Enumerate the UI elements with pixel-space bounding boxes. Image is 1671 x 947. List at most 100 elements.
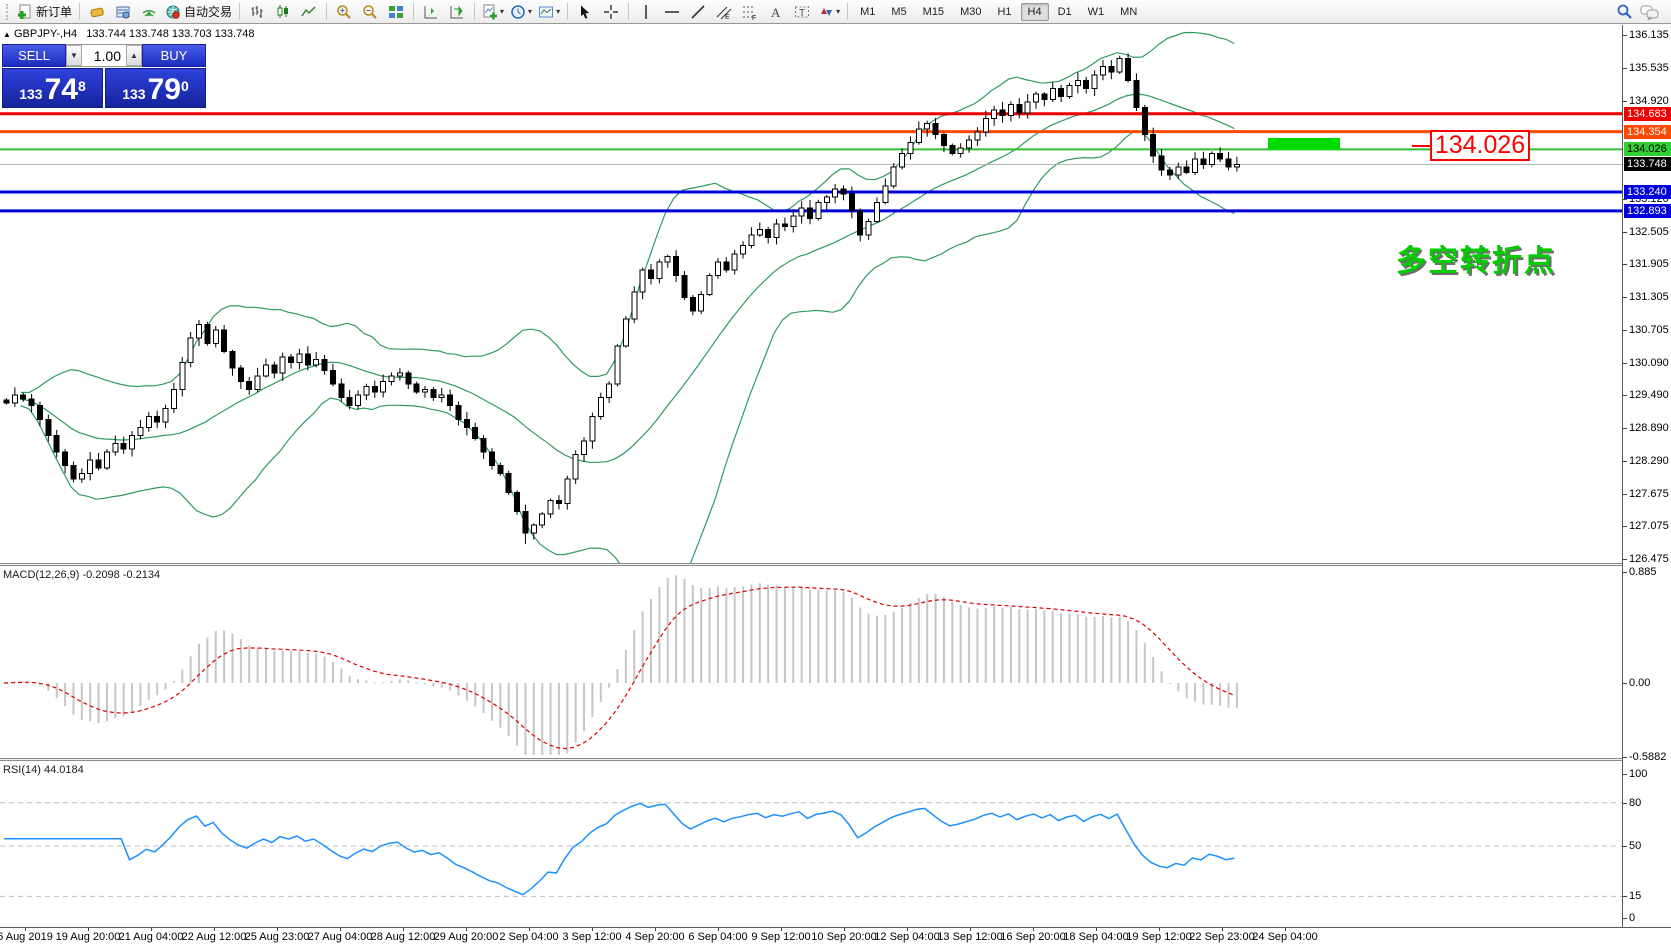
price-tick-label: 127.675 xyxy=(1629,488,1669,500)
price-tick-label: 130.090 xyxy=(1629,357,1669,369)
timeframe-m30[interactable]: M30 xyxy=(953,3,988,21)
cursor-button[interactable] xyxy=(573,2,597,22)
hline-tool-button[interactable] xyxy=(660,2,684,22)
collapse-arrow-icon[interactable]: ▲ xyxy=(3,30,11,39)
chart-shift-button[interactable] xyxy=(445,2,469,22)
volume-up-button[interactable]: ▲ xyxy=(126,45,142,66)
price-badge: 133.748 xyxy=(1624,157,1671,171)
rsi-tick-label: 50 xyxy=(1629,840,1641,852)
sell-button[interactable]: SELL xyxy=(2,44,66,67)
time-tick-label: 19 Aug 20:00 xyxy=(56,931,121,943)
crosshair-button[interactable] xyxy=(599,2,623,22)
buy-button[interactable]: BUY xyxy=(142,44,206,67)
line-chart-button[interactable] xyxy=(297,2,321,22)
price-tick-label: 129.490 xyxy=(1629,389,1669,401)
price-tick-label: 136.135 xyxy=(1629,29,1669,41)
time-tick-label: 28 Aug 12:00 xyxy=(371,931,436,943)
search-button[interactable] xyxy=(1612,2,1636,22)
rsi-pane[interactable] xyxy=(0,761,1622,927)
zoom-out-button[interactable] xyxy=(358,2,382,22)
price-tick-label: 132.505 xyxy=(1629,226,1669,238)
pane-separator-rsi[interactable] xyxy=(0,758,1671,761)
green-highlight-bar[interactable] xyxy=(1268,138,1340,150)
buy-price-point: 0 xyxy=(181,69,189,103)
price-axis[interactable]: 136.135135.535134.920133.120132.505131.9… xyxy=(1622,25,1671,927)
timeframe-m1[interactable]: M1 xyxy=(853,3,882,21)
navigator-button[interactable] xyxy=(111,2,135,22)
fibonacci-tool-button[interactable]: F xyxy=(738,2,762,22)
template-button[interactable]: ▾ xyxy=(536,2,562,22)
vline-icon xyxy=(639,4,653,20)
turning-point-text[interactable]: 多空转折点 xyxy=(1396,236,1556,280)
signals-button[interactable] xyxy=(137,2,161,22)
tile-windows-button[interactable] xyxy=(384,2,408,22)
auto-scroll-button[interactable] xyxy=(419,2,443,22)
price-tick-mark xyxy=(1623,35,1627,36)
price-tick-mark xyxy=(1623,363,1627,364)
text-icon: A xyxy=(769,4,783,20)
time-tick-label: 12 Sep 04:00 xyxy=(874,931,939,943)
symbol-ohlc: 133.744 133.748 133.703 133.748 xyxy=(86,28,254,40)
time-tick-label: 19 Sep 12:00 xyxy=(1126,931,1191,943)
channel-tool-button[interactable]: E xyxy=(712,2,736,22)
new-order-label: 新订单 xyxy=(36,3,72,20)
equidistant-channel-icon: E xyxy=(716,4,732,20)
toolbar-grip xyxy=(6,4,11,20)
price-tick-mark xyxy=(1623,428,1627,429)
sell-price-point: 8 xyxy=(78,69,86,103)
timeframe-h4[interactable]: H4 xyxy=(1021,3,1049,21)
arrows-tool-button[interactable]: ▾ xyxy=(816,2,842,22)
time-tick-label: 10 Sep 20:00 xyxy=(811,931,876,943)
zoom-in-button[interactable] xyxy=(332,2,356,22)
pane-separator-macd[interactable] xyxy=(0,563,1671,566)
label-tool-button[interactable]: T xyxy=(790,2,814,22)
fibonacci-icon: F xyxy=(742,4,758,20)
chat-button[interactable] xyxy=(1638,2,1662,22)
trendline-tool-button[interactable] xyxy=(686,2,710,22)
data-window-button[interactable] xyxy=(85,2,109,22)
timeframe-m15[interactable]: M15 xyxy=(916,3,951,21)
zoom-out-icon xyxy=(362,4,378,20)
price-tick-mark xyxy=(1623,199,1627,200)
rsi-tick-label: 15 xyxy=(1629,890,1641,902)
timeframe-w1[interactable]: W1 xyxy=(1081,3,1112,21)
price-tick-mark xyxy=(1623,297,1627,298)
svg-text:A: A xyxy=(771,5,781,20)
autotrading-button[interactable]: 自动交易 xyxy=(163,2,234,22)
candlestick-button[interactable] xyxy=(271,2,295,22)
time-axis[interactable]: 6 Aug 201919 Aug 20:0021 Aug 04:0022 Aug… xyxy=(0,927,1671,947)
hline-icon xyxy=(664,4,680,20)
time-tick-label: 13 Sep 12:00 xyxy=(937,931,1002,943)
signals-icon xyxy=(141,4,157,20)
zoom-in-icon xyxy=(336,4,352,20)
new-chart-button[interactable]: ▾ xyxy=(480,2,506,22)
new-order-button[interactable]: 新订单 xyxy=(15,2,74,22)
macd-pane[interactable] xyxy=(0,566,1622,758)
buy-price[interactable]: 133 79 0 xyxy=(105,68,206,108)
price-tick-mark xyxy=(1623,330,1627,331)
timeframe-toolbar: M1M5M15M30H1H4D1W1MN xyxy=(852,3,1145,21)
autotrading-label: 自动交易 xyxy=(184,3,232,20)
macd-label: MACD(12,26,9) -0.2098 -0.2134 xyxy=(3,569,160,581)
chat-icon xyxy=(1640,4,1660,20)
sell-price[interactable]: 133 74 8 xyxy=(2,68,103,108)
period-button[interactable]: ▾ xyxy=(508,2,534,22)
cursor-icon xyxy=(577,4,593,20)
timeframe-d1[interactable]: D1 xyxy=(1051,3,1079,21)
vline-tool-button[interactable] xyxy=(634,2,658,22)
bar-chart-button[interactable] xyxy=(245,2,269,22)
text-tool-button[interactable]: A xyxy=(764,2,788,22)
symbol-name: GBPJPY-,H4 xyxy=(14,28,77,40)
timeframe-m5[interactable]: M5 xyxy=(884,3,913,21)
price-callout-box[interactable]: 134.026 xyxy=(1430,130,1530,161)
timeframe-h1[interactable]: H1 xyxy=(990,3,1018,21)
volume-down-button[interactable]: ▼ xyxy=(66,45,82,66)
macd-tick-label: 0.885 xyxy=(1629,566,1657,578)
timeframe-mn[interactable]: MN xyxy=(1113,3,1144,21)
time-tick-label: 29 Aug 20:00 xyxy=(434,931,499,943)
price-tick-mark xyxy=(1623,232,1627,233)
main-chart[interactable] xyxy=(0,25,1622,563)
macd-tick-label: -0.5882 xyxy=(1629,751,1666,763)
volume-value[interactable]: 1.00 xyxy=(82,45,126,66)
time-tick-label: 24 Sep 04:00 xyxy=(1252,931,1317,943)
